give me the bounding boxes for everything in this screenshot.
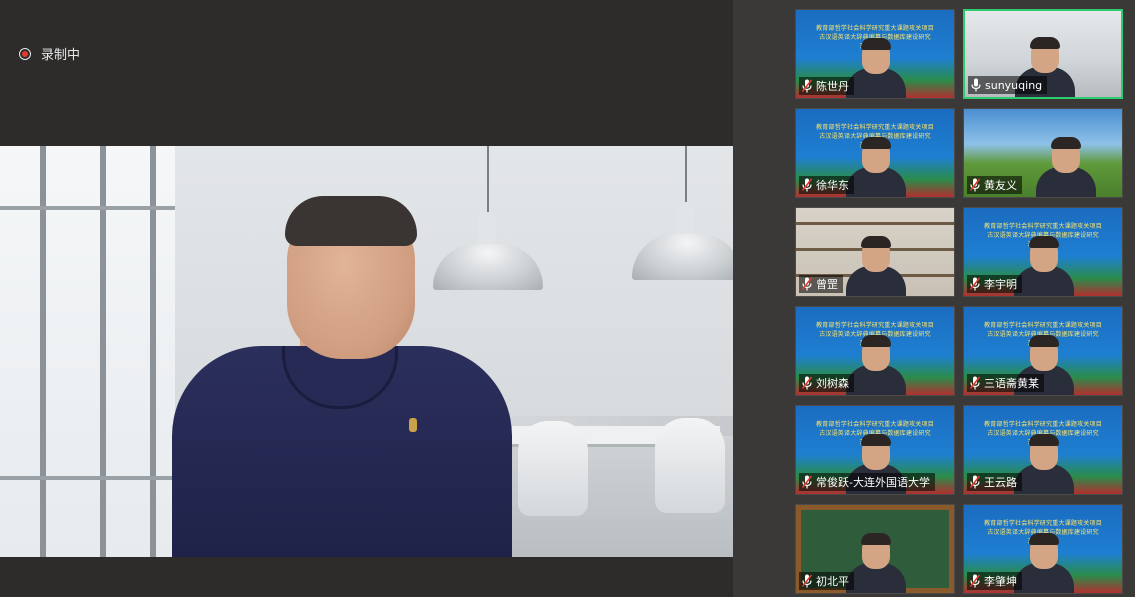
participant-label: 曾罡 [799,275,843,293]
participant-avatar [846,523,906,593]
participant-label: 常俊跃-大连外国语大学 [799,473,935,491]
main-stage: 录制中 [0,0,733,597]
participant-label: 三语斋黄某 [967,374,1044,392]
participant-name: 徐华东 [816,179,849,192]
speaker-figure [172,196,512,557]
participant-tile[interactable]: 教育部哲学社会科学研究重大课题攻关项目古汉语英译大辞典编纂与数据库建设研究开题研… [795,9,955,99]
participant-tile[interactable]: 曾罡 [795,207,955,297]
participant-name: 李宇明 [984,278,1017,291]
mic-muted-icon [802,376,812,390]
mic-muted-icon [802,475,812,489]
participant-avatar [1014,523,1074,593]
mic-muted-icon [802,79,812,93]
participant-name: 陈世丹 [816,80,849,93]
mic-muted-icon [802,277,812,291]
participant-avatar [1014,226,1074,296]
participant-tile[interactable]: 教育部哲学社会科学研究重大课题攻关项目古汉语英译大辞典编纂与数据库建设研究开题研… [795,405,955,495]
participant-tile[interactable]: 教育部哲学社会科学研究重大课题攻关项目古汉语英译大辞典编纂与数据库建设研究开题研… [963,207,1123,297]
mic-muted-icon [970,178,980,192]
mic-muted-icon [970,277,980,291]
meeting-window: 录制中 教育部哲学社会科学研究重大课题攻关项目 陈世丹 sunyuqing 教育… [0,0,1135,597]
shirt-logo-icon [409,418,417,432]
participant-avatar [846,226,906,296]
participant-avatar [846,127,906,197]
participant-name: 刘树森 [816,377,849,390]
participant-avatar [846,28,906,98]
participant-name: sunyuqing [985,78,1043,92]
mic-muted-icon [970,475,980,489]
background-window [0,146,175,557]
mic-icon [971,78,981,92]
participant-label: sunyuqing [968,76,1048,94]
background-chair [655,418,725,513]
participant-name: 三语斋黄某 [984,377,1039,390]
participant-name: 常俊跃-大连外国语大学 [816,476,930,489]
background-chair [518,421,588,516]
mic-muted-icon [970,376,980,390]
participant-tile[interactable]: 教育部哲学社会科学研究重大课题攻关项目古汉语英译大辞典编纂与数据库建设研究开题研… [963,306,1123,396]
participant-label: 初北平 [799,572,854,590]
mic-muted-icon [802,574,812,588]
participant-label: 王云路 [967,473,1022,491]
participant-avatar [846,325,906,395]
participant-label: 李肇坤 [967,572,1022,590]
participant-label: 徐华东 [799,176,854,194]
mic-muted-icon [802,178,812,192]
participant-avatar [1036,127,1096,197]
participant-tile[interactable]: 教育部哲学社会科学研究重大课题攻关项目古汉语英译大辞典编纂与数据库建设研究开题研… [963,405,1123,495]
participant-name: 李肇坤 [984,575,1017,588]
participant-tile[interactable]: 教育部哲学社会科学研究重大课题攻关项目古汉语英译大辞典编纂与数据库建设研究开题研… [795,306,955,396]
participant-name: 王云路 [984,476,1017,489]
participant-label: 刘树森 [799,374,854,392]
participant-label: 李宇明 [967,275,1022,293]
participant-name: 初北平 [816,575,849,588]
participant-name: 曾罡 [816,278,838,291]
participant-tile[interactable]: 教育部哲学社会科学研究重大课题攻关项目古汉语英译大辞典编纂与数据库建设研究开题研… [795,108,955,198]
recording-indicator[interactable]: 录制中 [19,44,80,63]
participant-avatar [1014,424,1074,494]
participant-tile[interactable]: 初北平 [795,504,955,594]
record-icon [19,47,31,60]
participant-gallery: 教育部哲学社会科学研究重大课题攻关项目古汉语英译大辞典编纂与数据库建设研究开题研… [733,0,1135,597]
participant-tile[interactable]: sunyuqing [963,9,1123,99]
participant-tile[interactable]: 黄友义 [963,108,1123,198]
recording-label: 录制中 [41,48,81,63]
participant-name: 黄友义 [984,179,1017,192]
participant-label: 陈世丹 [799,77,854,95]
mic-muted-icon [970,574,980,588]
participant-tile[interactable]: 教育部哲学社会科学研究重大课题攻关项目古汉语英译大辞典编纂与数据库建设研究开题研… [963,504,1123,594]
main-speaker-video[interactable] [0,146,733,557]
participant-label: 黄友义 [967,176,1022,194]
